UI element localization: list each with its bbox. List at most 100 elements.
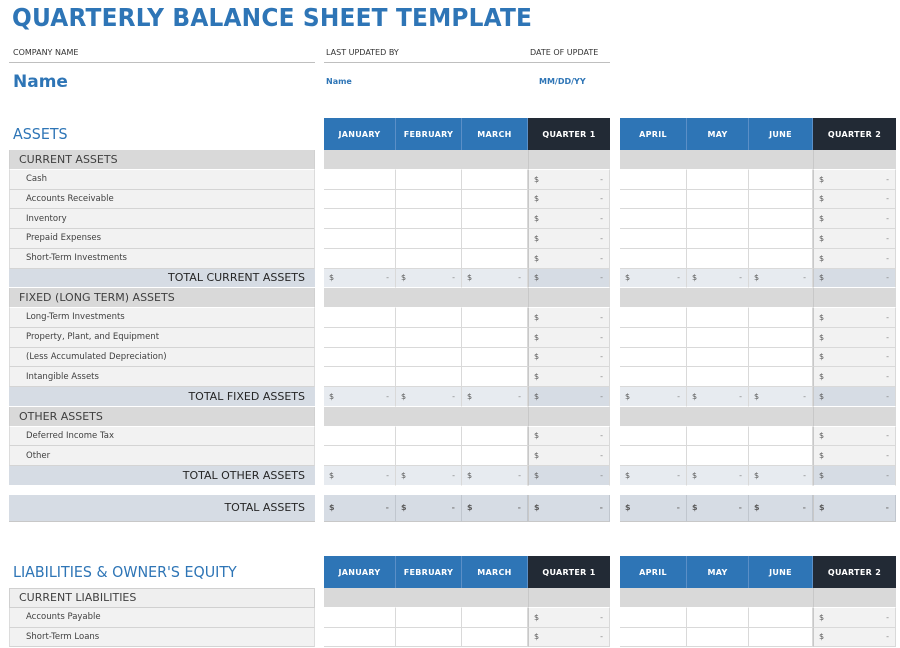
amount-input-cell[interactable] (324, 209, 396, 229)
section-spacer-cell (462, 150, 528, 170)
amount-input-cell[interactable] (620, 308, 687, 328)
amount-input-cell[interactable] (396, 169, 462, 190)
amount-input-cell[interactable] (749, 347, 813, 368)
amount-input-cell[interactable] (462, 426, 528, 447)
last-updated-by-field[interactable]: Name (326, 77, 352, 86)
amount-input-cell[interactable] (620, 347, 687, 368)
grand-total-cell: $ - (462, 494, 528, 522)
amount-input-cell[interactable] (324, 446, 396, 466)
amount-input-cell[interactable] (749, 209, 813, 229)
date-of-update-field[interactable]: MM/DD/YY (539, 77, 586, 86)
amount-input-cell[interactable] (687, 169, 749, 190)
amount-input-cell[interactable] (396, 446, 462, 466)
amount-input-cell[interactable] (687, 426, 749, 447)
amount-input-cell[interactable] (462, 627, 528, 648)
amount-input-cell[interactable] (324, 347, 396, 368)
amount-input-cell[interactable] (620, 327, 687, 348)
amount-input-cell[interactable] (620, 169, 687, 190)
amount-input-cell[interactable] (396, 189, 462, 210)
amount-input-cell[interactable] (749, 367, 813, 387)
amount-input-cell[interactable] (687, 627, 749, 648)
amount-value: - (385, 503, 389, 513)
amount-input-cell[interactable] (396, 426, 462, 447)
amount-input-cell[interactable] (324, 607, 396, 628)
amount-input-cell[interactable] (687, 446, 749, 466)
amount-input-cell[interactable] (749, 189, 813, 210)
amount-input-cell[interactable] (396, 248, 462, 269)
amount-value: - (886, 372, 889, 382)
currency-symbol: $ (534, 470, 540, 480)
amount-input-cell[interactable] (462, 347, 528, 368)
section-spacer-cell (462, 588, 528, 608)
amount-input-cell[interactable] (749, 627, 813, 648)
amount-input-cell[interactable] (620, 607, 687, 628)
amount-input-cell[interactable] (749, 446, 813, 466)
amount-input-cell[interactable] (620, 209, 687, 229)
line-item-label: Deferred Income Tax (9, 426, 315, 447)
amount-input-cell[interactable] (462, 248, 528, 269)
amount-input-cell[interactable] (462, 446, 528, 466)
currency-symbol: $ (819, 233, 825, 243)
amount-input-cell[interactable] (324, 367, 396, 387)
amount-input-cell[interactable] (687, 248, 749, 269)
amount-input-cell[interactable] (396, 627, 462, 648)
amount-input-cell[interactable] (462, 209, 528, 229)
amount-input-cell[interactable] (687, 229, 749, 249)
amount-input-cell[interactable] (324, 169, 396, 190)
amount-input-cell[interactable] (324, 248, 396, 269)
amount-input-cell[interactable] (749, 308, 813, 328)
assets-quarter2-grid: APRIL MAY JUNE QUARTER 2 $ - $ - $ - $ - $ - $ - $ - $ - $ - $… (620, 118, 896, 522)
quarter-total-cell: $ - (813, 308, 896, 328)
amount-input-cell[interactable] (620, 229, 687, 249)
amount-input-cell[interactable] (687, 189, 749, 210)
amount-input-cell[interactable] (324, 627, 396, 648)
amount-input-cell[interactable] (687, 607, 749, 628)
amount-input-cell[interactable] (396, 607, 462, 628)
currency-symbol: $ (534, 391, 540, 401)
amount-input-cell[interactable] (396, 209, 462, 229)
section-spacer-cell (396, 588, 462, 608)
amount-input-cell[interactable] (687, 347, 749, 368)
company-name-field[interactable]: Name (13, 72, 68, 92)
amount-input-cell[interactable] (396, 308, 462, 328)
amount-input-cell[interactable] (749, 426, 813, 447)
amount-input-cell[interactable] (396, 229, 462, 249)
amount-input-cell[interactable] (396, 327, 462, 348)
section-spacer-cell (687, 288, 749, 308)
amount-input-cell[interactable] (324, 189, 396, 210)
amount-input-cell[interactable] (749, 229, 813, 249)
amount-input-cell[interactable] (687, 209, 749, 229)
assets-q1-row-sec (324, 406, 610, 427)
amount-input-cell[interactable] (462, 607, 528, 628)
amount-input-cell[interactable] (396, 367, 462, 387)
amount-input-cell[interactable] (620, 446, 687, 466)
amount-input-cell[interactable] (620, 426, 687, 447)
subtotal-cell: $ - (462, 268, 528, 289)
amount-input-cell[interactable] (324, 229, 396, 249)
amount-input-cell[interactable] (396, 347, 462, 368)
amount-input-cell[interactable] (462, 308, 528, 328)
amount-input-cell[interactable] (749, 607, 813, 628)
amount-input-cell[interactable] (749, 327, 813, 348)
amount-input-cell[interactable] (462, 189, 528, 210)
amount-input-cell[interactable] (620, 367, 687, 387)
amount-input-cell[interactable] (687, 308, 749, 328)
amount-input-cell[interactable] (687, 367, 749, 387)
amount-input-cell[interactable] (462, 169, 528, 190)
amount-input-cell[interactable] (687, 327, 749, 348)
amount-input-cell[interactable] (620, 627, 687, 648)
currency-symbol: $ (692, 273, 698, 283)
amount-input-cell[interactable] (620, 189, 687, 210)
amount-input-cell[interactable] (324, 308, 396, 328)
amount-input-cell[interactable] (324, 327, 396, 348)
amount-input-cell[interactable] (462, 327, 528, 348)
section-spacer-cell (687, 406, 749, 427)
amount-input-cell[interactable] (749, 169, 813, 190)
amount-input-cell[interactable] (324, 426, 396, 447)
column-header-row: APRIL MAY JUNE QUARTER 2 (620, 118, 896, 150)
amount-input-cell[interactable] (462, 367, 528, 387)
amount-input-cell[interactable] (749, 248, 813, 269)
amount-input-cell[interactable] (620, 248, 687, 269)
amount-input-cell[interactable] (462, 229, 528, 249)
currency-symbol: $ (534, 273, 540, 283)
